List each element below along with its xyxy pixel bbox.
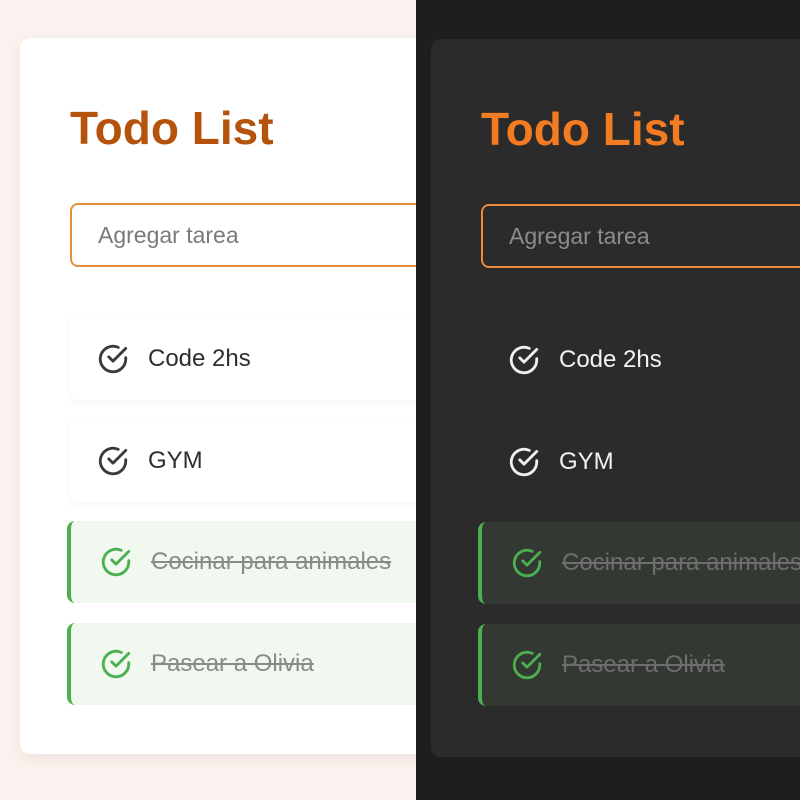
task-item-completed[interactable]: Pasear a Olivia: [67, 622, 416, 705]
task-label: GYM: [559, 447, 614, 475]
check-circle-icon[interactable]: [507, 343, 541, 377]
task-list: Code 2hs GYM Cocinar para animales Pasea…: [478, 319, 800, 725]
add-task-input[interactable]: [70, 203, 416, 267]
task-item-completed[interactable]: Cocinar para animales: [478, 522, 800, 604]
todo-card: Todo List Code 2hs GYM: [20, 38, 416, 754]
page-title: Todo List: [70, 102, 274, 154]
check-circle-icon[interactable]: [99, 545, 133, 579]
task-item-completed[interactable]: Pasear a Olivia: [478, 623, 800, 706]
check-circle-icon[interactable]: [510, 648, 544, 682]
check-circle-icon[interactable]: [99, 647, 133, 681]
theme-comparison: Todo List Code 2hs GYM: [0, 0, 800, 800]
check-circle-icon[interactable]: [510, 546, 544, 580]
page-title: Todo List: [481, 103, 685, 155]
light-theme-panel: Todo List Code 2hs GYM: [0, 0, 416, 800]
task-label: Code 2hs: [559, 346, 662, 373]
task-label: Cocinar para animales: [562, 549, 800, 576]
task-item[interactable]: Code 2hs: [70, 318, 416, 400]
task-label: Pasear a Olivia: [562, 650, 725, 678]
task-label: Code 2hs: [148, 345, 251, 372]
check-circle-icon[interactable]: [96, 444, 130, 478]
task-label: GYM: [148, 446, 203, 474]
task-label: Cocinar para animales: [151, 548, 392, 575]
add-task-input[interactable]: [481, 204, 800, 268]
task-list: Code 2hs GYM Cocinar para animales Pasea…: [67, 318, 416, 724]
task-label: Pasear a Olivia: [151, 649, 314, 677]
check-circle-icon[interactable]: [507, 445, 541, 479]
task-item[interactable]: Code 2hs: [481, 319, 800, 401]
task-item-completed[interactable]: Cocinar para animales: [67, 521, 416, 603]
todo-card: Todo List Code 2hs GYM: [431, 39, 800, 757]
dark-theme-panel: Todo List Code 2hs GYM: [416, 0, 800, 800]
check-circle-icon[interactable]: [96, 342, 130, 376]
task-item[interactable]: GYM: [481, 420, 800, 503]
task-item[interactable]: GYM: [70, 419, 416, 502]
